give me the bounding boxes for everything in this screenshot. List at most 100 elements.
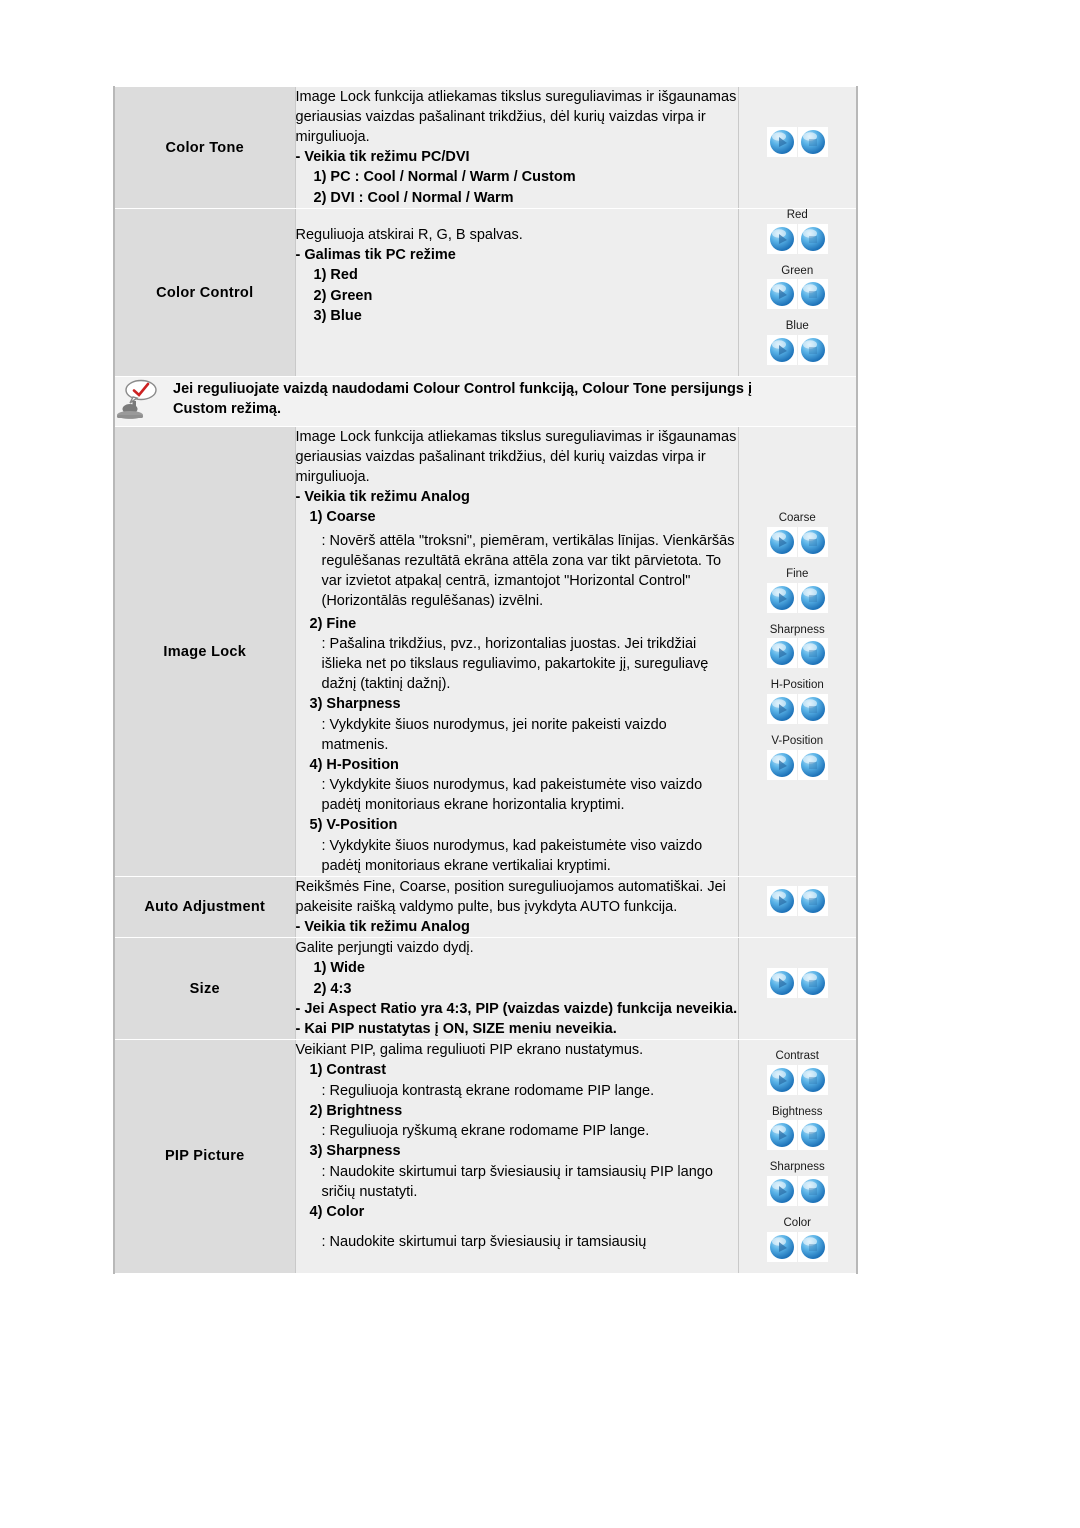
body-intro: Galite perjungti vaizdo dydį. — [295, 939, 474, 956]
icon-caption: Sharpness — [769, 623, 825, 636]
row-label-image-lock: Image Lock — [115, 426, 295, 877]
entry-desc: : Naudokite skirtumui tarp šviesiausių i… — [321, 1163, 713, 1200]
button-pair[interactable] — [766, 127, 828, 158]
entry-desc: : Vykdykite šiuos nurodymus, kad pakeist… — [321, 837, 703, 874]
table-row: Image Lock Image Lock funkcija atliekama… — [115, 426, 857, 877]
stop-orb-icon[interactable] — [797, 1231, 828, 1262]
play-orb-icon[interactable] — [766, 749, 797, 780]
icon-caption: Blue — [785, 320, 809, 333]
body-dash-note: - Kai PIP nustatytas į ON, SIZE meniu ne… — [295, 1021, 617, 1038]
button-pair[interactable] — [766, 1064, 828, 1095]
play-orb-icon[interactable] — [766, 527, 797, 558]
table-row: Color Control Reguliuoja atskirai R, G, … — [115, 208, 857, 378]
icon-block — [739, 127, 857, 162]
button-pair[interactable] — [766, 1176, 828, 1207]
button-pair[interactable] — [766, 527, 828, 558]
stop-orb-icon[interactable] — [797, 638, 828, 669]
icon-caption: Coarse — [778, 512, 816, 525]
table-row: Size Galite perjungti vaizdo dydį. 1) Wi… — [115, 936, 856, 1041]
entry-title: 2) Fine — [309, 615, 357, 632]
stop-orb-icon[interactable] — [797, 527, 828, 558]
stop-orb-icon[interactable] — [797, 582, 828, 613]
entry-title: 1) Contrast — [309, 1062, 387, 1079]
button-pair[interactable] — [766, 223, 828, 254]
entry-title: 1) Coarse — [309, 509, 376, 526]
stop-orb-icon[interactable] — [797, 886, 828, 917]
play-orb-icon[interactable] — [766, 968, 797, 999]
row-body-color-tone: Image Lock funkcija atliekamas tikslus s… — [294, 85, 738, 210]
play-orb-icon[interactable] — [766, 886, 797, 917]
icon-caption: Bightness — [771, 1105, 823, 1118]
body-intro: Image Lock funkcija atliekamas tikslus s… — [295, 429, 737, 486]
button-pair[interactable] — [766, 968, 828, 999]
table-row: PIP Picture Veikiant PIP, galima reguliu… — [115, 1039, 857, 1274]
entry-desc: : Naudokite skirtumui tarp šviesiausių i… — [321, 1234, 647, 1251]
icon-caption: Fine — [786, 568, 809, 581]
play-orb-icon[interactable] — [766, 279, 797, 310]
button-pair[interactable] — [766, 582, 828, 613]
button-pair[interactable] — [766, 693, 828, 724]
body-dash-note: - Veikia tik režimu Analog — [295, 918, 470, 935]
body-item: 2) Green — [313, 287, 373, 304]
icon-block: H-Position — [739, 679, 857, 729]
play-orb-icon[interactable] — [766, 223, 797, 254]
body-intro: Reikšmės Fine, Coarse, position sureguli… — [295, 878, 726, 915]
play-orb-icon[interactable] — [766, 127, 797, 158]
stop-orb-icon[interactable] — [797, 279, 828, 310]
play-orb-icon[interactable] — [766, 582, 797, 613]
entry-desc: : Novērš attēla "troksni", piemēram, ver… — [321, 532, 735, 609]
button-pair[interactable] — [766, 1120, 828, 1151]
button-pair[interactable] — [766, 886, 828, 917]
row-label-pip-picture: PIP Picture — [115, 1039, 295, 1274]
stop-orb-icon[interactable] — [797, 1176, 828, 1207]
icon-block: Green — [739, 265, 857, 315]
play-orb-icon[interactable] — [766, 1120, 797, 1151]
button-pair[interactable] — [766, 1231, 828, 1262]
icon-block: V-Position — [739, 735, 857, 785]
play-orb-icon[interactable] — [766, 1064, 797, 1095]
body-intro: Veikiant PIP, galima reguliuoti PIP ekra… — [295, 1042, 644, 1059]
stop-orb-icon[interactable] — [797, 127, 828, 158]
icon-caption: Red — [786, 209, 808, 222]
stop-orb-icon[interactable] — [797, 223, 828, 254]
stop-orb-icon[interactable] — [797, 968, 828, 999]
note-person-checkmark-icon — [115, 377, 173, 426]
stop-orb-icon[interactable] — [797, 1064, 828, 1095]
icon-caption: Color — [783, 1217, 811, 1230]
row-body-image-lock: Image Lock funkcija atliekamas tikslus s… — [294, 426, 738, 877]
button-pair[interactable] — [766, 638, 828, 669]
play-orb-icon[interactable] — [766, 693, 797, 724]
entry-title: 3) Sharpness — [309, 696, 401, 713]
play-orb-icon[interactable] — [766, 1231, 797, 1262]
icon-block: Contrast — [739, 1050, 857, 1100]
button-pair[interactable] — [766, 749, 828, 780]
play-orb-icon[interactable] — [766, 1176, 797, 1207]
body-dash-note: - Veikia tik režimu Analog — [295, 489, 470, 506]
row-icons-color-tone — [737, 85, 857, 210]
note-row: Jei reguliuojate vaizdą naudodami Colour… — [115, 376, 856, 428]
button-pair[interactable] — [766, 279, 828, 310]
row-icons-color-control: Red Green Blue — [737, 208, 857, 378]
body-item: 2) DVI : Cool / Normal / Warm — [313, 189, 514, 206]
entry-desc: : Pašalina trikdžius, pvz., horizontalia… — [321, 636, 709, 693]
row-label-size: Size — [115, 936, 295, 1041]
note-cell: Jei reguliuojate vaizdą naudodami Colour… — [115, 376, 856, 428]
row-icons-image-lock: Coarse Fine Sharpness H-Position V-Posit… — [737, 426, 857, 877]
play-orb-icon[interactable] — [766, 638, 797, 669]
button-pair[interactable] — [766, 335, 828, 366]
stop-orb-icon[interactable] — [797, 335, 828, 366]
body-dash-note: - Jei Aspect Ratio yra 4:3, PIP (vaizdas… — [295, 1001, 738, 1018]
play-orb-icon[interactable] — [766, 335, 797, 366]
icon-block: Red — [739, 209, 857, 259]
icon-caption: Sharpness — [769, 1161, 825, 1174]
body-item: 1) PC : Cool / Normal / Warm / Custom — [313, 169, 576, 185]
stop-orb-icon[interactable] — [797, 693, 828, 724]
icon-block: Sharpness — [739, 1161, 857, 1211]
row-icons-size — [737, 936, 856, 1041]
entry-title: 4) Color — [309, 1203, 365, 1220]
stop-orb-icon[interactable] — [797, 749, 828, 780]
table-row: Auto Adjustment Reikšmės Fine, Coarse, p… — [115, 875, 856, 938]
body-item: 2) 4:3 — [313, 980, 352, 997]
stop-orb-icon[interactable] — [797, 1120, 828, 1151]
body-item: 1) Wide — [313, 959, 365, 976]
